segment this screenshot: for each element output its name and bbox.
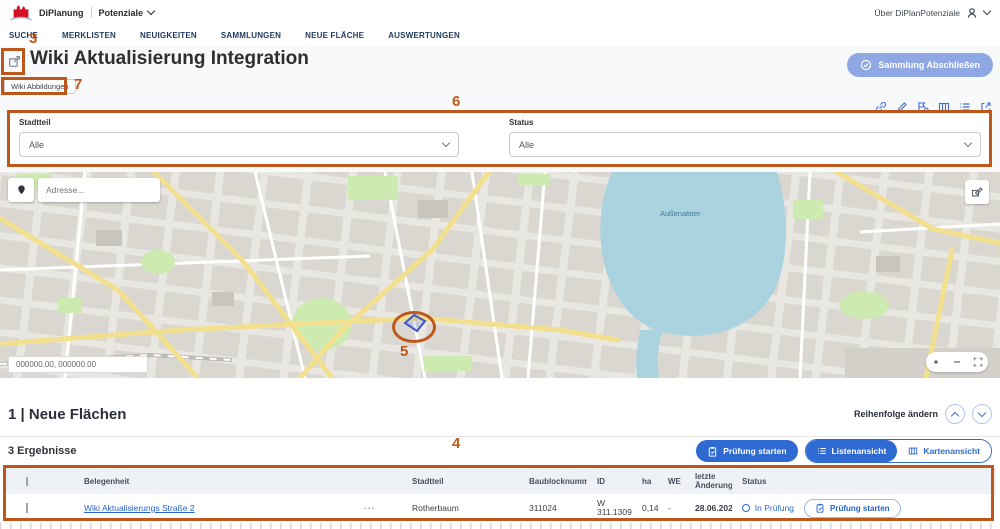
filter-status-label: Status: [509, 118, 981, 127]
brand-divider: [91, 7, 92, 18]
filter-stadtteil: Stadtteil Alle: [19, 118, 459, 157]
row-id: W 311.13093: [587, 499, 632, 517]
fullscreen-icon[interactable]: [973, 357, 983, 367]
move-down-button[interactable]: [972, 404, 992, 424]
start-check-label: Prüfung starten: [723, 446, 786, 456]
filter-stadtteil-value: Alle: [29, 140, 44, 150]
reorder-controls: Reihenfolge ändern: [854, 404, 992, 424]
results-count: 3 Ergebnisse: [8, 445, 76, 457]
map-canvas[interactable]: Außenalster 000000.00, 000000.00: [0, 172, 1000, 378]
next-row-clipped: [0, 523, 1000, 529]
about-link[interactable]: Über DiPlanPotenziale: [874, 8, 960, 18]
col-stadtteil: Stadtteil: [402, 477, 519, 486]
address-pin-button[interactable]: [8, 178, 34, 202]
app-window: DiPlanung Potenziale Über DiPlanPotenzia…: [0, 0, 1000, 529]
reorder-label: Reihenfolge ändern: [854, 409, 938, 419]
move-up-button[interactable]: [945, 404, 965, 424]
map-controls: [926, 352, 988, 372]
brand-area: DiPlanung Potenziale: [10, 3, 154, 22]
row-letzte-aenderung: 28.06.2025: [685, 503, 732, 513]
chevron-down-icon: [442, 139, 450, 147]
section-title: 1 | Neue Flächen: [8, 406, 126, 423]
draw-tool-button[interactable]: [965, 180, 989, 204]
list-icon: [817, 446, 827, 456]
table-row[interactable]: Wiki Aktualisierungs Straße 2 ··· Rother…: [4, 494, 996, 522]
complete-collection-button[interactable]: Sammlung Abschließen: [847, 53, 993, 77]
col-ha: ha: [632, 477, 658, 486]
row-baublocknummer: 311024: [519, 503, 587, 513]
row-checkbox[interactable]: [26, 503, 28, 513]
filter-status-value: Alle: [519, 140, 534, 150]
chevron-down-icon: [964, 139, 972, 147]
page-header: Wiki Aktualisierung Integration Sammlung…: [0, 46, 1000, 172]
map-view-button[interactable]: Kartenansicht: [897, 440, 991, 462]
col-id: ID: [587, 477, 632, 486]
top-bar: DiPlanung Potenziale Über DiPlanPotenzia…: [0, 0, 1000, 25]
filter-stadtteil-select[interactable]: Alle: [19, 132, 459, 157]
filter-status: Status Alle: [509, 118, 981, 157]
filter-status-select[interactable]: Alle: [509, 132, 981, 157]
brand-name: DiPlanung: [39, 8, 84, 18]
user-icon[interactable]: [966, 7, 978, 19]
list-view-label: Listenansicht: [832, 446, 887, 456]
nav-item-merklisten[interactable]: MERKLISTEN: [62, 31, 116, 40]
chevron-down-icon[interactable]: [983, 7, 991, 15]
clipboard-check-icon: [707, 446, 718, 457]
draw-icon: [971, 186, 983, 198]
col-belegenheit: Belegenheit: [74, 477, 354, 486]
nav-item-suche[interactable]: SUCHE: [9, 31, 38, 40]
start-check-button[interactable]: Prüfung starten: [696, 440, 797, 462]
collection-tag: Wiki Abbildungen: [4, 79, 76, 94]
filter-bar: Stadtteil Alle Status Alle: [8, 111, 992, 166]
nav-item-neue-flaeche[interactable]: NEUE FLÄCHE: [305, 31, 364, 40]
user-area: Über DiPlanPotenziale: [874, 7, 990, 19]
row-ha: 0,14: [632, 503, 658, 513]
chevron-down-icon: [978, 408, 986, 416]
map-tiles: Außenalster: [0, 172, 1000, 378]
col-we: WE: [658, 477, 685, 486]
col-baublocknummer[interactable]: Baublocknummer: [519, 477, 587, 486]
coordinates-readout: 000000.00, 000000.00: [8, 356, 148, 373]
product-switcher[interactable]: Potenziale: [99, 8, 155, 18]
list-view-button[interactable]: Listenansicht: [806, 440, 898, 462]
view-switcher: Listenansicht Kartenansicht: [805, 439, 992, 463]
results-table: Belegenheit Stadtteil Baublocknummer ID …: [4, 468, 996, 522]
row-we: -: [658, 503, 685, 513]
page-title: Wiki Aktualisierung Integration: [30, 48, 309, 70]
chevron-up-icon: [951, 411, 959, 419]
row-more-button[interactable]: ···: [354, 503, 402, 513]
table-header-row: Belegenheit Stadtteil Baublocknummer ID …: [4, 468, 996, 494]
map-icon: [908, 446, 918, 456]
edit-icon: [8, 55, 21, 68]
col-status: Status: [732, 477, 794, 486]
status-dot-icon: [742, 504, 750, 512]
row-stadtteil: Rotherbaum: [402, 503, 519, 513]
title-edit-button[interactable]: [5, 53, 23, 73]
complete-collection-label: Sammlung Abschließen: [878, 60, 980, 70]
product-name: Potenziale: [99, 8, 144, 18]
col-letzte-aenderung: letzte Änderung: [685, 472, 732, 490]
map-pin-icon: [16, 184, 27, 196]
belegenheit-link[interactable]: Wiki Aktualisierungs Straße 2: [84, 503, 195, 513]
main-nav: SUCHE MERKLISTEN NEUIGKEITEN SAMMLUNGEN …: [0, 25, 1000, 47]
minus-icon[interactable]: [952, 357, 962, 367]
filter-stadtteil-label: Stadtteil: [19, 118, 459, 127]
results-actions: Prüfung starten Listenansicht: [696, 439, 992, 463]
hamburg-logo-icon: [10, 3, 32, 22]
row-start-check-button[interactable]: Prüfung starten: [804, 499, 901, 518]
chevron-down-icon: [147, 7, 155, 15]
nav-item-sammlungen[interactable]: SAMMLUNGEN: [221, 31, 281, 40]
results-section: 1 | Neue Flächen Reihenfolge ändern 3 Er…: [0, 378, 1000, 529]
address-search-input[interactable]: [38, 178, 160, 202]
locate-icon[interactable]: [931, 357, 941, 367]
divider: [0, 436, 1000, 437]
select-all-checkbox[interactable]: [26, 477, 28, 486]
nav-item-auswertungen[interactable]: AUSWERTUNGEN: [388, 31, 460, 40]
status-badge: In Prüfung: [732, 503, 794, 513]
map-view-label: Kartenansicht: [923, 446, 980, 456]
clipboard-check-icon: [815, 503, 825, 513]
water-label: Außenalster: [660, 209, 701, 218]
check-circle-icon: [860, 59, 872, 71]
nav-item-neuigkeiten[interactable]: NEUIGKEITEN: [140, 31, 197, 40]
